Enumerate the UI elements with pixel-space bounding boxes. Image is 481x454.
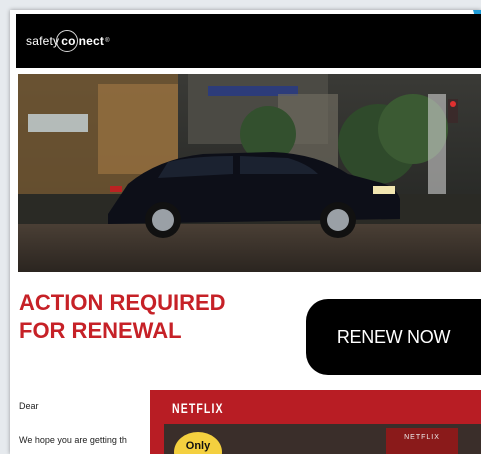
registered-mark: ® xyxy=(105,38,110,44)
greeting-text: Dear xyxy=(19,401,39,411)
brand-logo[interactable]: safety co nect ® xyxy=(26,28,110,54)
brand-conn: co xyxy=(61,34,76,48)
headline-line1: ACTION REQUIRED xyxy=(19,290,226,315)
body-text: We hope you are getting th xyxy=(19,435,127,445)
brand-suffix: nect xyxy=(78,34,105,48)
renew-now-button[interactable]: RENEW NOW xyxy=(306,299,481,375)
email-body: safety co nect ® ACTION REQUIRED FOR REN… xyxy=(10,10,481,454)
netflix-logo: NETFLIX xyxy=(172,400,224,416)
hero-car-image xyxy=(18,74,481,272)
netflix-card: NETFLIX xyxy=(386,428,458,454)
netflix-promo[interactable]: NETFLIX Only NETFLIX xyxy=(150,390,481,454)
screenshot-frame: safety co nect ® ACTION REQUIRED FOR REN… xyxy=(0,0,481,454)
email-header: safety co nect ® xyxy=(16,14,481,68)
car-image xyxy=(18,74,481,272)
headline-line2: FOR RENEWAL xyxy=(19,318,182,343)
brand-prefix: safety xyxy=(26,34,60,48)
headline: ACTION REQUIRED FOR RENEWAL xyxy=(19,289,279,345)
